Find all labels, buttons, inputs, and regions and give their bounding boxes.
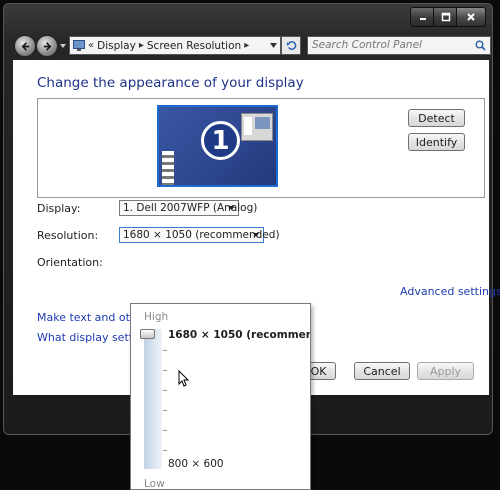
monitor-number: 1: [201, 121, 240, 160]
search-box[interactable]: [307, 36, 491, 55]
identify-button[interactable]: Identify: [408, 133, 465, 151]
slider-low-label: Low: [144, 478, 165, 490]
content-pane: Change the appearance of your display 1 …: [13, 60, 500, 490]
search-icon[interactable]: [475, 40, 486, 51]
forward-button[interactable]: [36, 35, 58, 57]
apply-button: Apply: [417, 362, 474, 380]
chevron-down-icon[interactable]: [270, 43, 277, 48]
minimize-button[interactable]: [410, 7, 435, 27]
close-icon: [467, 13, 475, 21]
slider-bottom-resolution-label: 800 × 600: [168, 458, 224, 470]
cancel-button[interactable]: Cancel: [354, 362, 410, 380]
breadcrumb-separator: «: [88, 40, 95, 51]
mouse-cursor-icon: [178, 370, 190, 387]
display-select-value: 1. Dell 2007WFP (Analog): [123, 202, 258, 214]
gadgets-thumbnail-icon: [162, 151, 174, 185]
slider-tick-marks: [163, 350, 167, 470]
resolution-select[interactable]: 1680 × 1050 (recommended): [119, 227, 280, 243]
breadcrumb-display[interactable]: Display: [97, 40, 136, 52]
window-frame: « Display ▸ Screen Resolution ▸ Change t…: [3, 3, 500, 490]
back-arrow-icon: [21, 41, 29, 51]
resolution-label: Resolution:: [37, 229, 99, 242]
resolution-slider-thumb[interactable]: [140, 329, 155, 339]
display-label: Display:: [37, 202, 81, 215]
chevron-down-icon: [253, 233, 259, 237]
forward-arrow-icon: [43, 41, 51, 51]
detect-button[interactable]: Detect: [408, 109, 465, 127]
page-title: Change the appearance of your display: [37, 75, 304, 91]
refresh-icon: [286, 41, 296, 50]
breadcrumb-arrow-icon[interactable]: ▸: [244, 40, 249, 51]
resolution-slider-track[interactable]: [144, 329, 162, 469]
advanced-settings-link[interactable]: Advanced settings: [400, 285, 500, 298]
minimize-icon: [419, 18, 426, 20]
window-thumbnail-icon: [241, 113, 273, 141]
resolution-slider-dropdown: High 1680 × 1050 (recommended) 800 × 600…: [130, 303, 311, 490]
recent-pages-dropdown[interactable]: [59, 42, 67, 50]
monitor-1[interactable]: 1: [157, 105, 278, 187]
orientation-label: Orientation:: [37, 256, 103, 269]
display-select[interactable]: 1. Dell 2007WFP (Analog): [119, 200, 257, 216]
maximize-icon: [441, 12, 450, 22]
close-button[interactable]: [456, 7, 486, 27]
chevron-down-icon: [228, 206, 234, 210]
back-button[interactable]: [14, 35, 36, 57]
breadcrumb-arrow-icon[interactable]: ▸: [139, 40, 144, 51]
address-bar[interactable]: « Display ▸ Screen Resolution ▸: [69, 36, 281, 55]
search-input[interactable]: [312, 38, 462, 52]
breadcrumb-screen-resolution[interactable]: Screen Resolution: [147, 40, 241, 52]
control-panel-icon: [73, 40, 85, 51]
refresh-button[interactable]: [281, 36, 301, 55]
maximize-button[interactable]: [433, 7, 458, 27]
slider-high-label: High: [144, 311, 169, 323]
slider-top-resolution-label: 1680 × 1050 (recommended): [168, 329, 311, 341]
